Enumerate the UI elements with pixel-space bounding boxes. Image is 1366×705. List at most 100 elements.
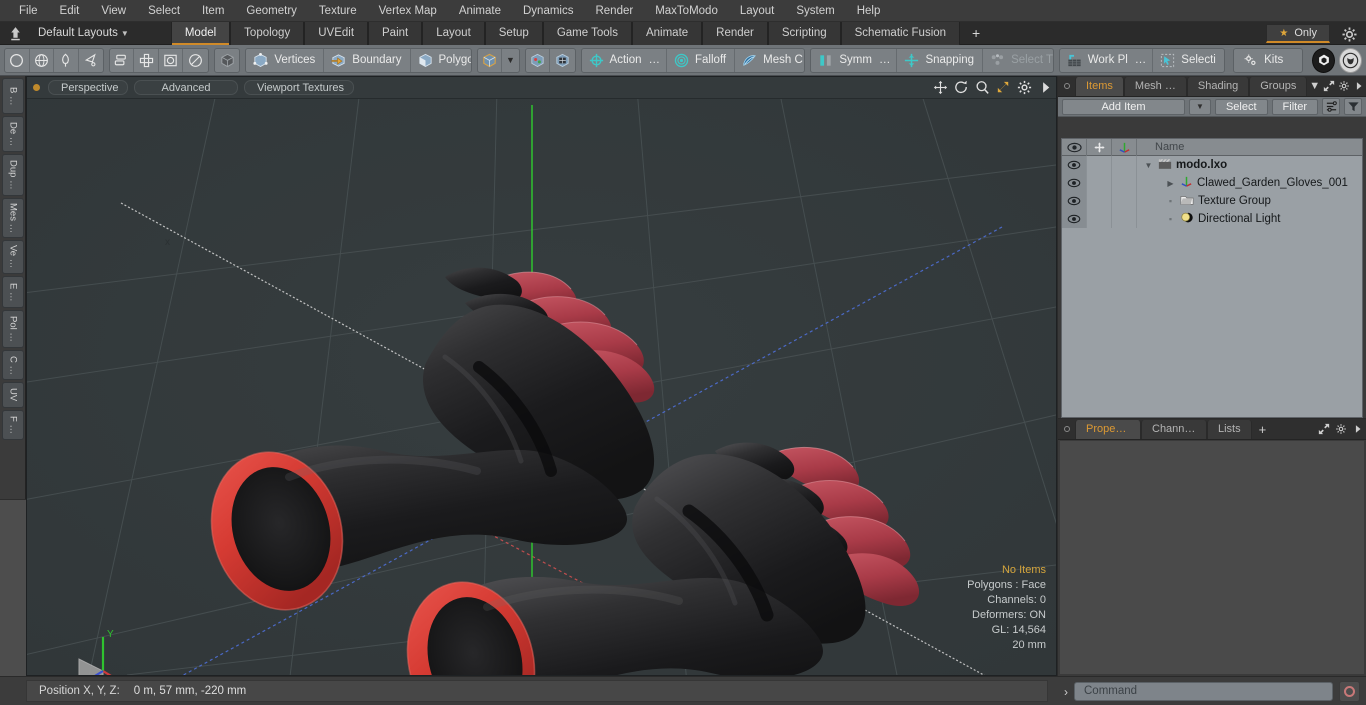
items-tree-row[interactable]: ▪ Directional Light [1062, 210, 1362, 228]
selection-mode-vertices[interactable]: Vertices [246, 48, 325, 72]
menu-item-vertex-map[interactable]: Vertex Map [368, 0, 448, 22]
lock-cell[interactable] [1087, 174, 1112, 192]
circle-icon[interactable] [5, 48, 30, 72]
layout-tab-game-tools[interactable]: Game Tools [542, 21, 632, 45]
layout-tab-model[interactable]: Model [170, 21, 231, 45]
menu-item-view[interactable]: View [90, 0, 137, 22]
menu-item-system[interactable]: System [785, 0, 845, 22]
menu-item-item[interactable]: Item [191, 0, 235, 22]
play-icon[interactable] [1349, 419, 1366, 438]
box-select-icon[interactable] [159, 48, 184, 72]
layout-tab-animate[interactable]: Animate [631, 21, 703, 45]
add-properties-tab-button[interactable]: + [1252, 420, 1274, 439]
viewport-view-mode[interactable]: Perspective [48, 80, 128, 95]
transform-cell[interactable] [1112, 210, 1137, 228]
fit-icon[interactable] [993, 79, 1014, 97]
layout-tab-setup[interactable]: Setup [484, 21, 543, 45]
visibility-toggle[interactable] [1062, 210, 1087, 228]
funnel-icon[interactable] [1344, 98, 1362, 115]
item-mode-caret[interactable]: ▼ [502, 49, 518, 72]
expand-icon[interactable] [1322, 76, 1337, 95]
selection-mode-boundary[interactable]: Boundary [324, 48, 411, 72]
move-icon[interactable] [930, 79, 951, 97]
layout-tab-topology[interactable]: Topology [230, 21, 305, 45]
items-tree-row[interactable]: ▪ Texture Group [1062, 192, 1362, 210]
lock-cell[interactable] [1087, 210, 1112, 228]
left-rail-tab-5[interactable]: E … [2, 276, 24, 308]
layout-tab-layout[interactable]: Layout [422, 21, 485, 45]
toolbar-selecti-button[interactable]: Selecti… [1153, 49, 1224, 72]
modo-badge-icon[interactable] [1312, 47, 1336, 73]
toolbar-select-t-button[interactable]: Select T… [983, 49, 1053, 72]
menu-item-maxtomodo[interactable]: MaxToModo [644, 0, 729, 22]
left-rail-tab-7[interactable]: C … [2, 350, 24, 380]
items-panel-tab-0[interactable]: Items [1075, 77, 1124, 96]
items-panel-tab-2[interactable]: Shading [1186, 77, 1250, 96]
visibility-toggle[interactable] [1062, 174, 1087, 192]
play-icon[interactable] [1351, 76, 1366, 95]
items-tree[interactable]: Name ▼ modo.lxo ▶ Clawed_Garden_Gloves_001 ▪… [1061, 138, 1363, 418]
items-panel-tab-1[interactable]: Mesh … [1123, 77, 1187, 96]
layout-tab-schematic-fusion[interactable]: Schematic Fusion [840, 21, 961, 45]
layout-tab-render[interactable]: Render [702, 21, 768, 45]
command-input[interactable]: Command [1074, 682, 1333, 701]
home-icon[interactable] [4, 23, 26, 43]
cube-icon[interactable] [215, 49, 239, 72]
left-rail-tab-0[interactable]: B … [2, 78, 24, 114]
items-tree-row[interactable]: ▶ Clawed_Garden_Gloves_001 [1062, 174, 1362, 192]
transform-cell[interactable] [1112, 192, 1137, 210]
panel-menu-dot-icon[interactable] [1064, 83, 1070, 89]
add-layout-tab-button[interactable]: + [960, 22, 992, 45]
globe-icon[interactable] [30, 48, 55, 72]
viewport-shading-mode[interactable]: Advanced [134, 80, 238, 95]
unreal-badge-icon[interactable] [1339, 47, 1363, 73]
layout-tab-paint[interactable]: Paint [368, 21, 423, 45]
chevron-down-icon[interactable]: ▼ [1307, 76, 1322, 95]
toolbar-symm-button[interactable]: Symm… [811, 48, 898, 72]
default-layouts-dropdown[interactable]: Default Layouts ▼ [38, 27, 129, 39]
left-rail-tab-2[interactable]: Dup … [2, 154, 24, 196]
toolbar-falloff-button[interactable]: Falloff [667, 48, 736, 72]
stack-icon[interactable] [110, 48, 135, 72]
left-rail-tab-1[interactable]: De … [2, 116, 24, 152]
toolbar-mesh-c-button[interactable]: Mesh C… [735, 49, 804, 72]
twisty-icon[interactable]: ▼ [1143, 161, 1154, 170]
transform-cell[interactable] [1112, 156, 1137, 174]
expand-icon[interactable] [1315, 419, 1332, 438]
menu-item-layout[interactable]: Layout [729, 0, 786, 22]
viewport-textures-mode[interactable]: Viewport Textures [244, 80, 354, 95]
panel-menu-dot-icon[interactable] [1064, 426, 1070, 432]
layout-tab-uvedit[interactable]: UVEdit [304, 21, 369, 45]
lock-cell[interactable] [1087, 156, 1112, 174]
kits-button[interactable]: Kits [1234, 49, 1302, 72]
left-rail-tab-8[interactable]: UV [2, 382, 24, 408]
add-item-caret[interactable]: ▼ [1188, 98, 1211, 115]
menu-item-geometry[interactable]: Geometry [235, 0, 308, 22]
toolbar-work-pl-button[interactable]: Work Pl… [1060, 48, 1154, 72]
record-icon[interactable] [1339, 681, 1360, 702]
rotate-icon[interactable] [951, 79, 972, 97]
pen-tool-icon[interactable] [54, 48, 79, 72]
gear-icon[interactable] [1340, 26, 1358, 42]
filter-button[interactable]: Filter [1271, 98, 1318, 115]
properties-panel-tab-2[interactable]: Lists [1207, 420, 1252, 439]
menu-item-help[interactable]: Help [846, 0, 892, 22]
zoom-icon[interactable] [972, 79, 993, 97]
gear-icon[interactable] [1332, 419, 1349, 438]
selection-mode-polygons[interactable]: Polygons [411, 49, 471, 72]
curve-tool-icon[interactable] [79, 49, 103, 72]
vertex-map-icon[interactable] [526, 48, 551, 72]
viewport-3d-canvas[interactable]: x Y No Items Polygons: Face Channels: 0… [27, 99, 1056, 675]
gear-icon[interactable] [1337, 76, 1352, 95]
menu-item-dynamics[interactable]: Dynamics [512, 0, 584, 22]
items-tree-row[interactable]: ▼ modo.lxo [1062, 156, 1362, 174]
left-rail-tab-3[interactable]: Mes … [2, 198, 24, 238]
toolbar-action-button[interactable]: Action… [582, 48, 668, 72]
menu-item-animate[interactable]: Animate [448, 0, 512, 22]
radial-icon[interactable] [183, 49, 207, 72]
items-panel-tab-3[interactable]: Groups [1249, 77, 1308, 96]
menu-item-select[interactable]: Select [137, 0, 191, 22]
layout-tab-scripting[interactable]: Scripting [767, 21, 841, 45]
gear-icon[interactable] [1014, 79, 1035, 97]
only-toggle-button[interactable]: ★ Only [1266, 24, 1330, 43]
